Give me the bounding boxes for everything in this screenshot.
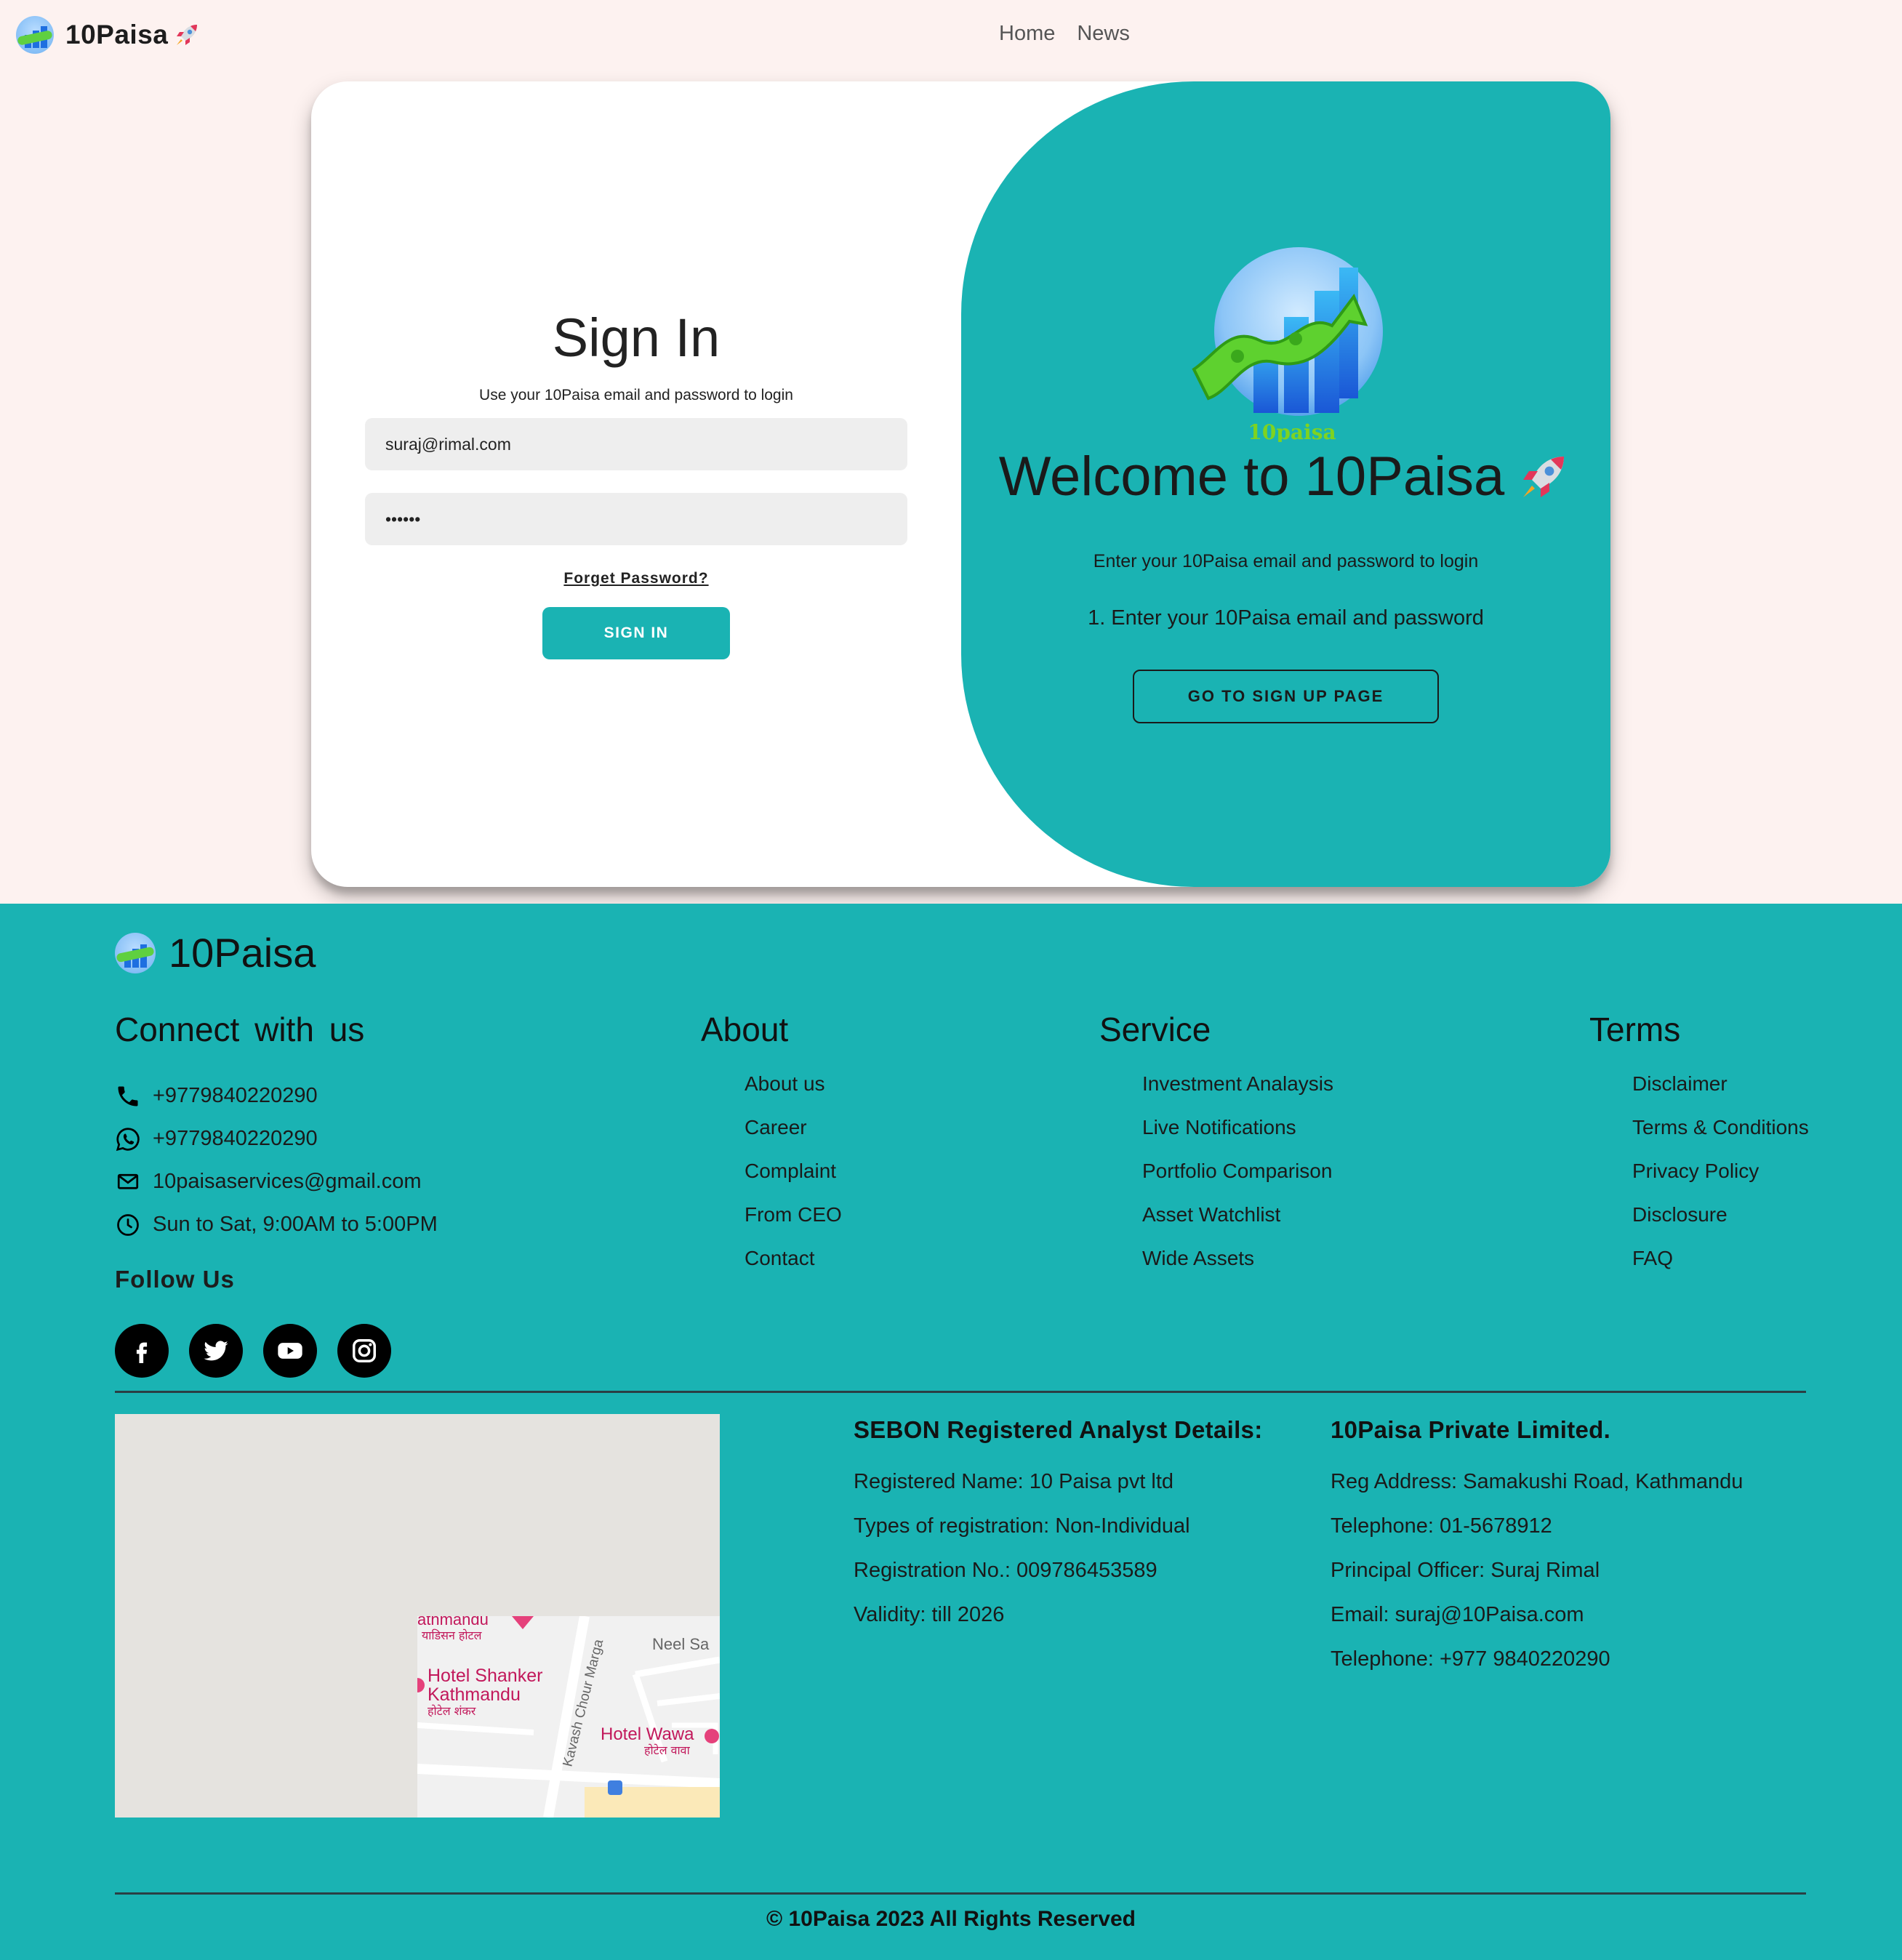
contact-hours-text: Sun to Sat, 9:00AM to 5:00PM [153, 1213, 438, 1236]
footer-brand-name: 10Paisa [169, 930, 316, 976]
company-line: Telephone: +977 9840220290 [1331, 1647, 1610, 1671]
rocket-icon [177, 25, 198, 45]
signin-title: Sign In [552, 308, 721, 368]
terms-title: Terms [1589, 1011, 1681, 1048]
welcome-panel: 10paisa Welcome to 10Paisa Enter your 10… [961, 81, 1610, 887]
sebon-line: Registration No.: 009786453589 [854, 1559, 1157, 1582]
service-link-live-notifications[interactable]: Live Notifications [1142, 1116, 1333, 1160]
company-line: Principal Officer: Suraj Rimal [1331, 1559, 1600, 1582]
facebook-icon[interactable] [115, 1324, 169, 1378]
navbar: 10Paisa Home News [0, 0, 1902, 70]
copyright: © 10Paisa 2023 All Rights Reserved [766, 1907, 1136, 1931]
service-link-asset-watchlist[interactable]: Asset Watchlist [1142, 1203, 1333, 1247]
contact-hours: Sun to Sat, 9:00AM to 5:00PM [115, 1203, 438, 1246]
social-links [115, 1324, 391, 1378]
rocket-icon [1523, 456, 1565, 497]
logo-text: 10paisa [1248, 420, 1336, 442]
follow-us-title: Follow Us [115, 1266, 235, 1293]
company-details: 10Paisa Private Limited. Reg Address: Sa… [1331, 1416, 1743, 1692]
sebon-details: SEBON Registered Analyst Details: Regist… [854, 1416, 1263, 1647]
footer-divider [115, 1391, 1806, 1393]
map-label-hotel-shanker: Hotel Shanker [428, 1666, 542, 1686]
company-line: Email: suraj@10Paisa.com [1331, 1603, 1584, 1626]
company-line: Reg Address: Samakushi Road, Kathmandu [1331, 1470, 1744, 1493]
brand-name: 10Paisa [65, 20, 169, 49]
company-line: Telephone: 01-5678912 [1331, 1514, 1552, 1538]
forgot-password-link[interactable]: Forget Password? [311, 570, 961, 587]
email-field[interactable] [365, 418, 907, 470]
map-tile: athmandu याडिसन होटल Hotel Shanker Kathm… [417, 1616, 720, 1818]
twitter-icon[interactable] [189, 1324, 243, 1378]
nav-links: Home News [999, 22, 1130, 46]
sebon-line: Registered Name: 10 Paisa pvt ltd [854, 1470, 1174, 1493]
about-link-about-us[interactable]: About us [745, 1072, 842, 1116]
signin-form: Sign In Use your 10Paisa email and passw… [311, 81, 961, 887]
about-links: About us Career Complaint From CEO Conta… [745, 1072, 842, 1290]
instagram-icon[interactable] [337, 1324, 391, 1378]
mail-icon [117, 1173, 139, 1189]
password-field[interactable] [365, 493, 907, 545]
footer: 10Paisa Connect with us +9779840220290 +… [0, 904, 1902, 1960]
map-label-kathmandu: Kathmandu [428, 1684, 521, 1705]
welcome-step: 1. Enter your 10Paisa email and password [1088, 606, 1484, 630]
terms-link-disclosure[interactable]: Disclosure [1632, 1203, 1809, 1247]
contact-phone[interactable]: +9779840220290 [115, 1075, 438, 1117]
sebon-line: Validity: till 2026 [854, 1603, 1005, 1626]
brand-link[interactable]: 10Paisa [16, 16, 201, 54]
map-roads: athmandu याडिसन होटल Hotel Shanker Kathm… [417, 1616, 720, 1818]
about-title: About [701, 1011, 789, 1048]
terms-link-terms-conditions[interactable]: Terms & Conditions [1632, 1116, 1809, 1160]
contact-phone-text: +9779840220290 [153, 1084, 318, 1107]
signin-subtitle: Use your 10Paisa email and password to l… [479, 387, 793, 403]
welcome-title: Welcome to 10Paisa [961, 445, 1610, 508]
service-title: Service [1099, 1011, 1211, 1048]
contact-email[interactable]: 10paisaservices@gmail.com [115, 1160, 438, 1203]
welcome-title-text: Welcome to 10Paisa [998, 446, 1505, 507]
welcome-subtitle: Enter your 10Paisa email and password to… [1093, 551, 1479, 571]
whatsapp-icon [116, 1127, 140, 1151]
map-label-neel-sa: Neel Sa [652, 1635, 710, 1653]
contact-email-text: 10paisaservices@gmail.com [153, 1170, 422, 1193]
map-label-athmandu: athmandu [417, 1616, 489, 1628]
footer-bottom-divider [115, 1892, 1806, 1895]
map-label-hotel-wawa: Hotel Wawa [601, 1724, 694, 1744]
clock-icon [117, 1213, 139, 1236]
sebon-title: SEBON Registered Analyst Details: [854, 1416, 1263, 1443]
terms-link-privacy-policy[interactable]: Privacy Policy [1632, 1160, 1809, 1203]
connect-title: Connect with us [115, 1011, 365, 1048]
about-link-contact[interactable]: Contact [745, 1247, 842, 1290]
footer-logo-icon [115, 932, 156, 973]
signin-button[interactable]: SIGN IN [542, 607, 730, 659]
go-to-signup-button[interactable]: GO TO SIGN UP PAGE [1133, 670, 1439, 723]
sebon-line: Types of registration: Non-Individual [854, 1514, 1190, 1538]
contact-whatsapp[interactable]: +9779840220290 [115, 1117, 438, 1160]
service-link-wide-assets[interactable]: Wide Assets [1142, 1247, 1333, 1290]
company-title: 10Paisa Private Limited. [1331, 1416, 1611, 1443]
service-link-portfolio-comparison[interactable]: Portfolio Comparison [1142, 1160, 1333, 1203]
youtube-icon[interactable] [263, 1324, 317, 1378]
about-link-complaint[interactable]: Complaint [745, 1160, 842, 1203]
map-label-hotel-wawa-np: होटेल वावा [644, 1743, 691, 1757]
terms-links: Disclaimer Terms & Conditions Privacy Po… [1632, 1072, 1809, 1290]
auth-card: Sign In Use your 10Paisa email and passw… [311, 81, 1610, 887]
service-links: Investment Analaysis Live Notifications … [1142, 1072, 1333, 1290]
location-map[interactable]: athmandu याडिसन होटल Hotel Shanker Kathm… [115, 1414, 720, 1818]
map-label-radisson: याडिसन होटल [422, 1628, 483, 1642]
about-link-from-ceo[interactable]: From CEO [745, 1203, 842, 1247]
nav-link-news[interactable]: News [1077, 22, 1130, 46]
terms-link-faq[interactable]: FAQ [1632, 1247, 1809, 1290]
nav-link-home[interactable]: Home [999, 22, 1055, 46]
map-label-hotel-shanker-np: होटेल शंकर [428, 1704, 476, 1718]
brand-logo-icon [16, 16, 54, 54]
contact-whatsapp-text: +9779840220290 [153, 1127, 318, 1150]
10paisa-logo-icon: 10paisa [1192, 247, 1383, 442]
service-link-investment-analysis[interactable]: Investment Analaysis [1142, 1072, 1333, 1116]
terms-link-disclaimer[interactable]: Disclaimer [1632, 1072, 1809, 1116]
about-link-career[interactable]: Career [745, 1116, 842, 1160]
footer-brand[interactable]: 10Paisa [115, 929, 316, 976]
phone-icon [118, 1086, 138, 1106]
contact-list: +9779840220290 +9779840220290 10paisaser… [115, 1075, 438, 1246]
